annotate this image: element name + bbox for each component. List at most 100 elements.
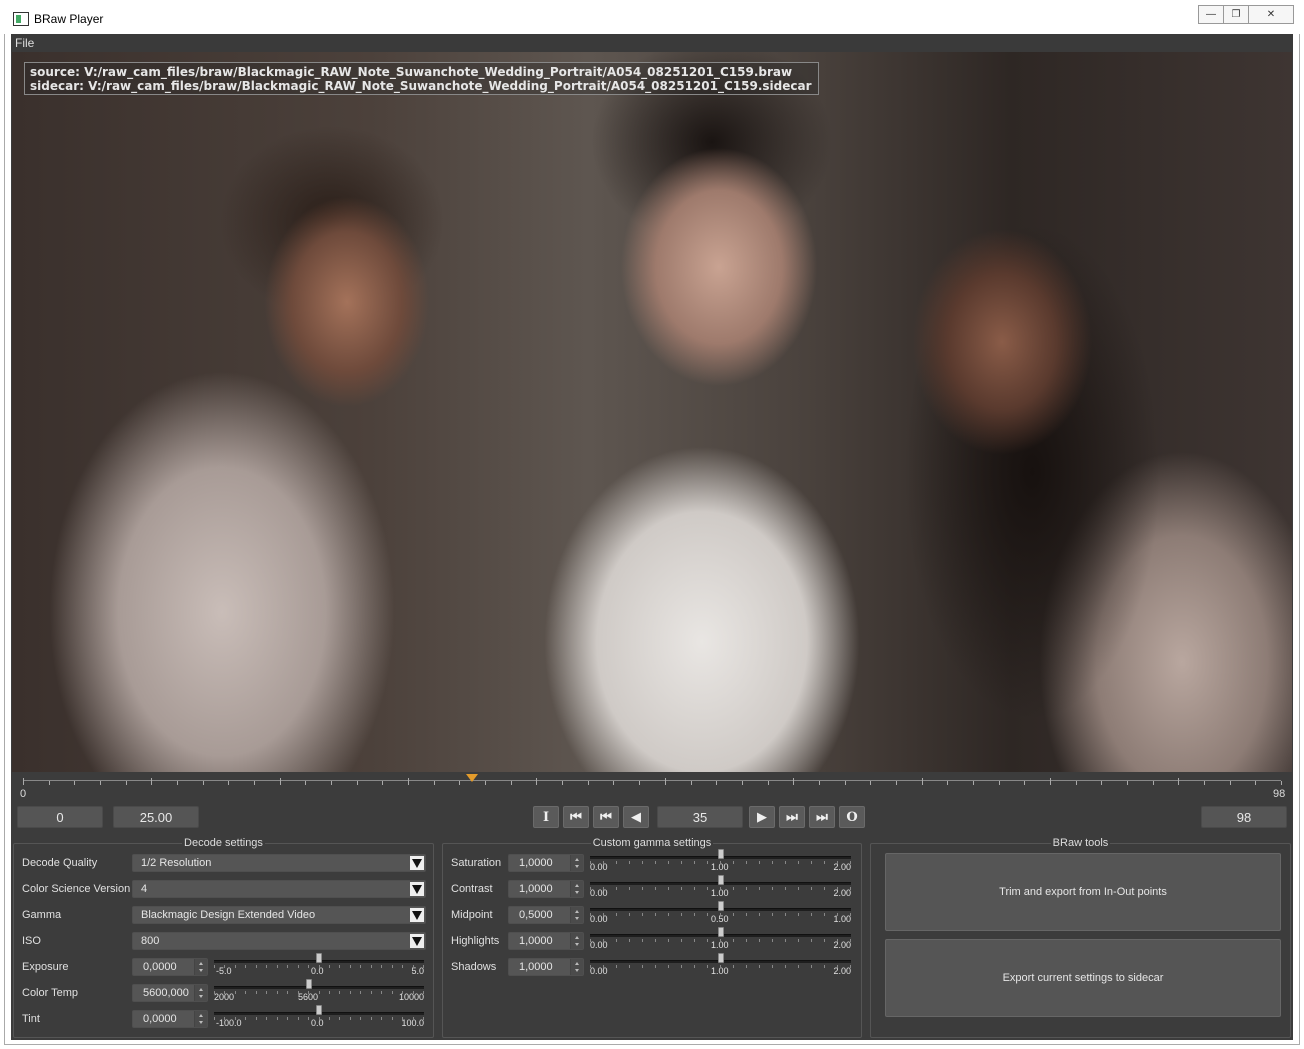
slider-handle[interactable] bbox=[718, 875, 724, 885]
slider-tick bbox=[402, 1017, 403, 1020]
color-temp-slider[interactable]: 2000 5600 10000 bbox=[214, 979, 424, 1002]
slider-tick bbox=[245, 991, 246, 994]
iso-select[interactable]: 800 bbox=[132, 932, 426, 950]
minimize-button[interactable]: — bbox=[1198, 5, 1224, 24]
slider-tick bbox=[707, 965, 708, 968]
spin-arrows-icon[interactable] bbox=[570, 959, 583, 975]
current-frame-field[interactable]: 35 bbox=[657, 806, 743, 828]
timeline-tick bbox=[459, 781, 460, 785]
shadows-spinbox[interactable]: 1,0000 bbox=[508, 958, 584, 976]
exposure-spinbox[interactable]: 0,0000 bbox=[132, 958, 208, 976]
slider-tick bbox=[772, 887, 773, 890]
first-frame-icon[interactable]: ⏮ bbox=[563, 806, 589, 828]
slider-tick bbox=[603, 887, 604, 890]
slider-tick bbox=[298, 991, 299, 994]
color-science-select[interactable]: 4 bbox=[132, 880, 426, 898]
timeline-tick bbox=[1204, 781, 1205, 785]
slider-tick bbox=[811, 887, 812, 890]
slider-tick bbox=[642, 965, 643, 968]
slider-tick bbox=[214, 965, 215, 968]
gamma-label: Gamma bbox=[22, 909, 62, 921]
spin-arrows-icon[interactable] bbox=[570, 933, 583, 949]
slider-handle[interactable] bbox=[316, 953, 322, 963]
midpoint-slider[interactable]: 0.00 0.50 1.00 bbox=[590, 901, 851, 924]
exposure-label: Exposure bbox=[22, 961, 69, 973]
slider-tick bbox=[319, 991, 320, 994]
play-backward-icon[interactable]: ◀ bbox=[623, 806, 649, 828]
saturation-spinbox[interactable]: 1,0000 bbox=[508, 854, 584, 872]
slider-tick bbox=[681, 939, 682, 942]
slider-tick bbox=[603, 861, 604, 864]
set-out-button[interactable]: O bbox=[839, 806, 865, 828]
title-bar[interactable]: BRaw Player — ❐ ✕ bbox=[4, 4, 1300, 34]
maximize-button[interactable]: ❐ bbox=[1223, 5, 1249, 24]
contrast-slider[interactable]: 0.00 1.00 2.00 bbox=[590, 875, 851, 898]
set-in-button[interactable]: I bbox=[533, 806, 559, 828]
spin-arrows-icon[interactable] bbox=[194, 1011, 207, 1027]
trim-export-button[interactable]: Trim and export from In-Out points bbox=[885, 853, 1281, 931]
slider-tick bbox=[837, 887, 838, 890]
slider-tick bbox=[402, 991, 403, 994]
end-frame-field[interactable]: 98 bbox=[1201, 806, 1287, 828]
timeline-tick bbox=[511, 781, 512, 785]
slider-handle[interactable] bbox=[718, 953, 724, 963]
timeline-tick bbox=[1178, 778, 1179, 785]
spin-arrows-icon[interactable] bbox=[570, 881, 583, 897]
midpoint-value: 0,5000 bbox=[519, 909, 553, 921]
slider-tick bbox=[245, 1017, 246, 1020]
slider-tick bbox=[590, 861, 591, 864]
exposure-slider[interactable]: -5.0 0.0 5.0 bbox=[214, 953, 424, 976]
slider-tick bbox=[590, 965, 591, 968]
decode-quality-select[interactable]: 1/2 Resolution bbox=[132, 854, 426, 872]
slider-handle[interactable] bbox=[316, 1005, 322, 1015]
timeline-tick bbox=[74, 781, 75, 785]
gamma-select[interactable]: Blackmagic Design Extended Video bbox=[132, 906, 426, 924]
slider-handle[interactable] bbox=[718, 849, 724, 859]
last-frame-icon[interactable]: ⏭ bbox=[809, 806, 835, 828]
slider-tick bbox=[381, 991, 382, 994]
chevron-down-icon bbox=[410, 882, 424, 896]
tint-value: 0,0000 bbox=[143, 1013, 177, 1025]
export-sidecar-button[interactable]: Export current settings to sidecar bbox=[885, 939, 1281, 1017]
slider-tick bbox=[707, 939, 708, 942]
saturation-slider[interactable]: 0.00 1.00 2.00 bbox=[590, 849, 851, 872]
tint-slider[interactable]: -100.0 0.0 100.0 bbox=[214, 1005, 424, 1028]
slider-handle[interactable] bbox=[306, 979, 312, 989]
contrast-spinbox[interactable]: 1,0000 bbox=[508, 880, 584, 898]
start-frame-field[interactable]: 0 bbox=[17, 806, 103, 828]
timeline-playhead[interactable] bbox=[466, 774, 478, 782]
play-forward-icon[interactable]: ▶ bbox=[749, 806, 775, 828]
slider-tick bbox=[759, 939, 760, 942]
color-temp-spinbox[interactable]: 5600,000 bbox=[132, 984, 208, 1002]
slider-tick bbox=[616, 861, 617, 864]
timeline-tick bbox=[1101, 781, 1102, 785]
midpoint-spinbox[interactable]: 0,5000 bbox=[508, 906, 584, 924]
tint-spinbox[interactable]: 0,0000 bbox=[132, 1010, 208, 1028]
next-frame-step-icon[interactable]: ⏭ bbox=[779, 806, 805, 828]
slider-tick bbox=[837, 861, 838, 864]
shadows-slider[interactable]: 0.00 1.00 2.00 bbox=[590, 953, 851, 976]
slider-tick bbox=[381, 965, 382, 968]
spin-arrows-icon[interactable] bbox=[194, 985, 207, 1001]
spin-arrows-icon[interactable] bbox=[570, 855, 583, 871]
highlights-slider[interactable]: 0.00 1.00 2.00 bbox=[590, 927, 851, 950]
slider-tick bbox=[746, 939, 747, 942]
timeline-slider[interactable] bbox=[23, 774, 1282, 788]
slider-tick bbox=[413, 965, 414, 968]
spin-arrows-icon[interactable] bbox=[194, 959, 207, 975]
highlights-spinbox[interactable]: 1,0000 bbox=[508, 932, 584, 950]
menu-file[interactable]: File bbox=[15, 36, 34, 50]
fps-field[interactable]: 25.00 bbox=[113, 806, 199, 828]
prev-frame-step-icon[interactable]: ⏮ bbox=[593, 806, 619, 828]
spin-arrows-icon[interactable] bbox=[570, 907, 583, 923]
slider-tick bbox=[811, 965, 812, 968]
close-button[interactable]: ✕ bbox=[1248, 5, 1294, 24]
slider-tick bbox=[590, 887, 591, 890]
slider-tick bbox=[329, 991, 330, 994]
exposure-value: 0,0000 bbox=[143, 961, 177, 973]
slider-handle[interactable] bbox=[718, 901, 724, 911]
slider-handle[interactable] bbox=[718, 927, 724, 937]
slider-tick bbox=[720, 887, 721, 890]
slider-tick bbox=[235, 991, 236, 994]
timeline-tick bbox=[691, 781, 692, 785]
